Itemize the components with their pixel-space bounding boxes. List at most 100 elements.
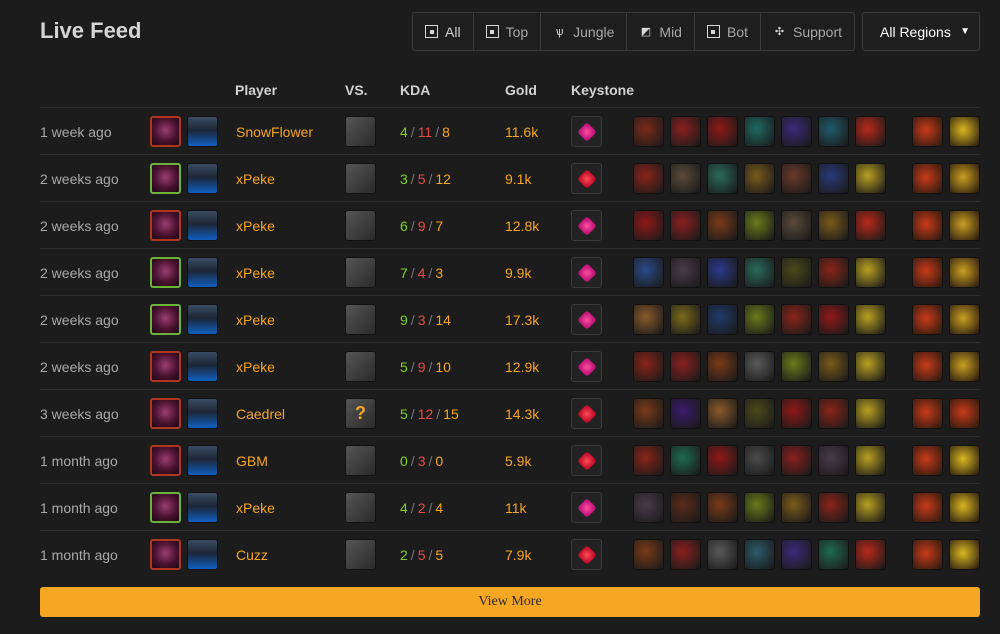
filter-mid[interactable]: ◩ Mid — [626, 13, 694, 50]
item-icon[interactable] — [707, 539, 738, 570]
summoner-spell-icon[interactable] — [949, 351, 980, 382]
item-icon[interactable] — [781, 257, 812, 288]
item-icon[interactable] — [818, 210, 849, 241]
item-icon[interactable] — [670, 398, 701, 429]
item-icon[interactable] — [633, 116, 664, 147]
item-icon[interactable] — [670, 210, 701, 241]
player-name-link[interactable]: xPeke — [236, 296, 275, 343]
player-name-link[interactable]: xPeke — [236, 202, 275, 249]
item-icon[interactable] — [818, 445, 849, 476]
view-more-button[interactable]: View More — [40, 587, 980, 617]
filter-top[interactable]: Top — [472, 13, 541, 50]
item-icon[interactable] — [633, 398, 664, 429]
summoner-spell-icon[interactable] — [912, 257, 943, 288]
item-icon[interactable] — [744, 539, 775, 570]
item-icon[interactable] — [633, 163, 664, 194]
summoner-spell-icon[interactable] — [949, 445, 980, 476]
item-icon[interactable] — [781, 163, 812, 194]
item-icon[interactable] — [744, 398, 775, 429]
region-dropdown[interactable]: All Regions ▼ — [862, 12, 980, 51]
item-icon[interactable] — [781, 445, 812, 476]
item-icon[interactable] — [818, 492, 849, 523]
item-icon[interactable] — [707, 398, 738, 429]
summoner-spell-icon[interactable] — [949, 163, 980, 194]
summoner-spell-icon[interactable] — [912, 492, 943, 523]
item-icon[interactable] — [670, 351, 701, 382]
item-icon[interactable] — [633, 257, 664, 288]
item-icon[interactable] — [633, 492, 664, 523]
item-icon[interactable] — [855, 257, 886, 288]
player-name-link[interactable]: SnowFlower — [236, 108, 313, 155]
item-icon[interactable] — [855, 304, 886, 335]
item-icon[interactable] — [707, 492, 738, 523]
item-icon[interactable] — [633, 445, 664, 476]
summoner-spell-icon[interactable] — [912, 163, 943, 194]
item-icon[interactable] — [707, 210, 738, 241]
item-icon[interactable] — [744, 116, 775, 147]
player-name-link[interactable]: Caedrel — [236, 390, 285, 437]
item-icon[interactable] — [707, 163, 738, 194]
summoner-spell-icon[interactable] — [949, 210, 980, 241]
item-icon[interactable] — [781, 492, 812, 523]
summoner-spell-icon[interactable] — [949, 398, 980, 429]
item-icon[interactable] — [633, 539, 664, 570]
item-icon[interactable] — [781, 351, 812, 382]
player-name-link[interactable]: GBM — [236, 437, 268, 484]
item-icon[interactable] — [855, 163, 886, 194]
item-icon[interactable] — [744, 257, 775, 288]
item-icon[interactable] — [855, 445, 886, 476]
item-icon[interactable] — [781, 539, 812, 570]
item-icon[interactable] — [744, 210, 775, 241]
filter-support[interactable]: ✣ Support — [759, 13, 854, 50]
item-icon[interactable] — [781, 398, 812, 429]
item-icon[interactable] — [818, 539, 849, 570]
item-icon[interactable] — [818, 116, 849, 147]
item-icon[interactable] — [633, 304, 664, 335]
item-icon[interactable] — [855, 539, 886, 570]
item-icon[interactable] — [744, 445, 775, 476]
item-icon[interactable] — [781, 210, 812, 241]
item-icon[interactable] — [744, 492, 775, 523]
item-icon[interactable] — [855, 351, 886, 382]
summoner-spell-icon[interactable] — [949, 492, 980, 523]
item-icon[interactable] — [707, 445, 738, 476]
summoner-spell-icon[interactable] — [912, 351, 943, 382]
player-name-link[interactable]: xPeke — [236, 484, 275, 531]
item-icon[interactable] — [670, 445, 701, 476]
item-icon[interactable] — [818, 163, 849, 194]
item-icon[interactable] — [633, 351, 664, 382]
item-icon[interactable] — [855, 210, 886, 241]
item-icon[interactable] — [744, 163, 775, 194]
player-name-link[interactable]: xPeke — [236, 249, 275, 296]
item-icon[interactable] — [744, 304, 775, 335]
item-icon[interactable] — [707, 304, 738, 335]
player-name-link[interactable]: Cuzz — [236, 531, 268, 578]
item-icon[interactable] — [855, 398, 886, 429]
item-icon[interactable] — [855, 492, 886, 523]
item-icon[interactable] — [670, 257, 701, 288]
summoner-spell-icon[interactable] — [912, 210, 943, 241]
item-icon[interactable] — [670, 304, 701, 335]
filter-bot[interactable]: Bot — [693, 13, 760, 50]
item-icon[interactable] — [670, 116, 701, 147]
summoner-spell-icon[interactable] — [949, 304, 980, 335]
summoner-spell-icon[interactable] — [912, 116, 943, 147]
item-icon[interactable] — [781, 116, 812, 147]
item-icon[interactable] — [670, 163, 701, 194]
item-icon[interactable] — [633, 210, 664, 241]
summoner-spell-icon[interactable] — [912, 445, 943, 476]
item-icon[interactable] — [818, 304, 849, 335]
summoner-spell-icon[interactable] — [912, 539, 943, 570]
item-icon[interactable] — [818, 398, 849, 429]
item-icon[interactable] — [818, 257, 849, 288]
summoner-spell-icon[interactable] — [949, 116, 980, 147]
item-icon[interactable] — [670, 539, 701, 570]
item-icon[interactable] — [818, 351, 849, 382]
item-icon[interactable] — [707, 351, 738, 382]
item-icon[interactable] — [707, 257, 738, 288]
summoner-spell-icon[interactable] — [949, 539, 980, 570]
item-icon[interactable] — [781, 304, 812, 335]
item-icon[interactable] — [670, 492, 701, 523]
filter-jungle[interactable]: ѱ Jungle — [540, 13, 626, 50]
item-icon[interactable] — [707, 116, 738, 147]
